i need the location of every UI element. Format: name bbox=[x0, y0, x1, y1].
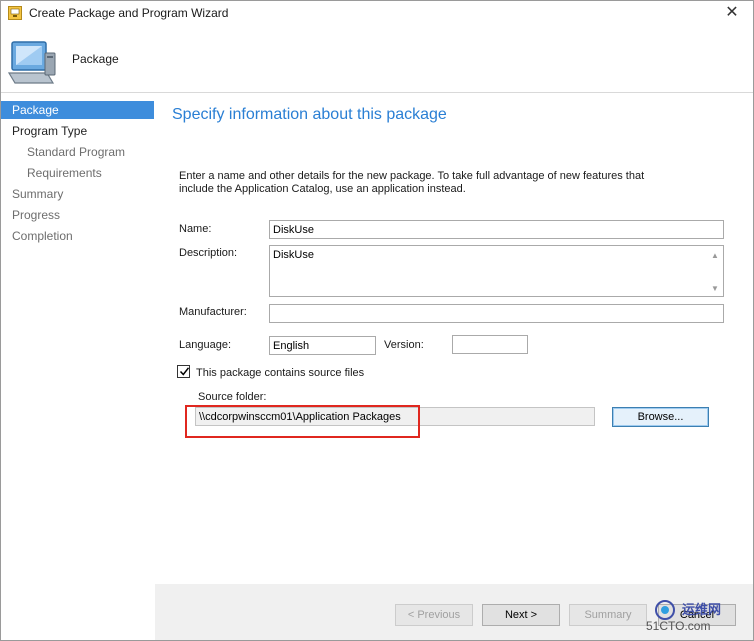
scroll-up-icon[interactable]: ▲ bbox=[711, 250, 719, 262]
next-button[interactable]: Next > bbox=[482, 604, 560, 626]
browse-button[interactable]: Browse... bbox=[612, 407, 709, 427]
language-label: Language: bbox=[179, 339, 231, 351]
summary-button[interactable]: Summary bbox=[569, 604, 647, 626]
watermark: 运维网 51CTO.com bbox=[646, 599, 754, 639]
nav-item-package[interactable]: Package bbox=[1, 101, 154, 119]
wizard-window: Create Package and Program Wizard ✕ Pack… bbox=[0, 0, 754, 641]
nav-item-standard-program[interactable]: Standard Program bbox=[1, 143, 154, 161]
source-folder-label: Source folder: bbox=[198, 391, 267, 403]
version-label: Version: bbox=[384, 339, 424, 351]
version-field[interactable] bbox=[452, 335, 528, 354]
wizard-header: Package bbox=[1, 27, 753, 93]
description-label: Description: bbox=[179, 247, 238, 259]
scroll-down-icon[interactable]: ▼ bbox=[711, 283, 719, 295]
window-title: Create Package and Program Wizard bbox=[29, 6, 229, 20]
header-title: Package bbox=[72, 52, 119, 66]
watermark-logo-icon bbox=[655, 600, 675, 620]
wizard-content: Specify information about this package E… bbox=[155, 94, 753, 584]
close-button[interactable]: ✕ bbox=[717, 3, 747, 23]
checkmark-icon bbox=[179, 367, 190, 376]
description-value: DiskUse bbox=[273, 249, 314, 261]
computer-icon bbox=[7, 41, 56, 84]
wizard-nav: Package Program Type Standard Program Re… bbox=[1, 94, 154, 640]
manufacturer-label: Manufacturer: bbox=[179, 306, 247, 318]
page-heading: Specify information about this package bbox=[172, 106, 447, 123]
nav-item-requirements[interactable]: Requirements bbox=[1, 164, 154, 182]
name-label: Name: bbox=[179, 223, 212, 235]
watermark-line2: 51CTO.com bbox=[646, 619, 711, 633]
nav-item-completion[interactable]: Completion bbox=[1, 227, 154, 245]
nav-item-summary[interactable]: Summary bbox=[1, 185, 154, 203]
previous-button[interactable]: < Previous bbox=[395, 604, 473, 626]
wizard-app-icon bbox=[8, 6, 22, 20]
language-field[interactable]: English bbox=[269, 336, 376, 355]
description-field[interactable]: DiskUse ▲ ▼ bbox=[269, 245, 724, 297]
nav-item-progress[interactable]: Progress bbox=[1, 206, 154, 224]
name-field[interactable]: DiskUse bbox=[269, 220, 724, 239]
nav-item-program-type[interactable]: Program Type bbox=[1, 122, 154, 140]
title-bar: Create Package and Program Wizard ✕ bbox=[1, 1, 753, 27]
intro-text: Enter a name and other details for the n… bbox=[179, 170, 645, 195]
annotation-highlight bbox=[185, 405, 420, 438]
description-scrollbar[interactable]: ▲ ▼ bbox=[708, 247, 722, 295]
source-files-checkbox[interactable] bbox=[177, 365, 190, 378]
manufacturer-field[interactable] bbox=[269, 304, 724, 323]
watermark-line1: 运维网 bbox=[682, 602, 722, 617]
source-files-label[interactable]: This package contains source files bbox=[196, 367, 364, 379]
